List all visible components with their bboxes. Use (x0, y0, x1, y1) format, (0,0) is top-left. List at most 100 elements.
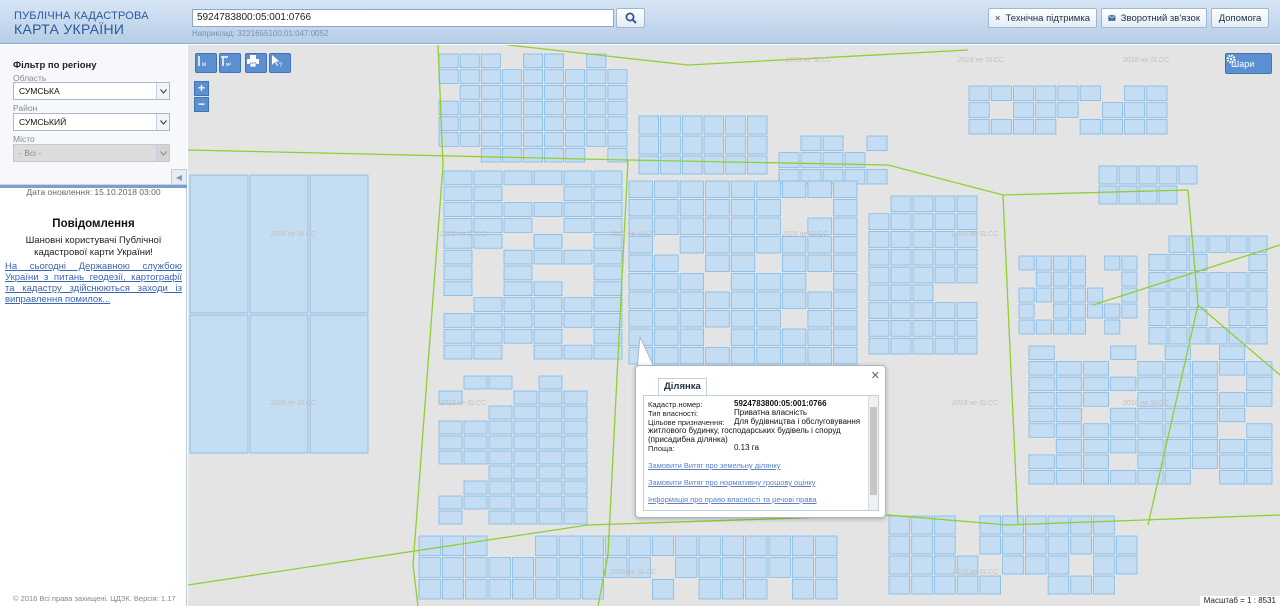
land-parcel[interactable] (868, 266, 890, 284)
land-parcel[interactable] (465, 578, 488, 600)
land-parcel[interactable] (1148, 253, 1168, 272)
land-parcel[interactable] (1146, 85, 1168, 102)
land-parcel[interactable] (979, 575, 1001, 595)
land-parcel[interactable] (730, 236, 756, 254)
land-parcel[interactable] (513, 405, 538, 420)
land-parcel[interactable] (681, 135, 703, 155)
ownership-info-link[interactable]: Інформація про право власності та речові… (648, 495, 817, 504)
land-parcel[interactable] (888, 515, 911, 535)
identify-button[interactable]: ? (269, 53, 291, 73)
land-parcel[interactable] (725, 155, 746, 175)
land-parcel[interactable] (1137, 454, 1164, 469)
land-parcel[interactable] (513, 390, 538, 405)
land-parcel[interactable] (503, 281, 533, 297)
land-parcel[interactable] (1083, 376, 1110, 392)
land-parcel[interactable] (473, 186, 503, 202)
land-parcel[interactable] (533, 328, 563, 344)
land-parcel[interactable] (459, 53, 480, 69)
land-parcel[interactable] (703, 115, 725, 135)
land-parcel[interactable] (1055, 392, 1082, 407)
land-parcel[interactable] (1055, 423, 1082, 438)
land-parcel[interactable] (1146, 102, 1168, 118)
land-parcel[interactable] (868, 248, 890, 266)
land-parcel[interactable] (535, 557, 558, 578)
land-parcel[interactable] (934, 213, 956, 230)
land-parcel[interactable] (1047, 555, 1070, 575)
land-parcel[interactable] (438, 69, 459, 84)
land-parcel[interactable] (815, 557, 838, 578)
land-parcel[interactable] (703, 155, 725, 175)
land-parcel[interactable] (593, 249, 623, 265)
land-parcel[interactable] (1079, 85, 1101, 102)
land-parcel[interactable] (705, 310, 730, 328)
land-parcel[interactable] (781, 291, 807, 309)
land-parcel[interactable] (438, 435, 463, 450)
land-parcel[interactable] (563, 344, 593, 360)
land-parcel[interactable] (654, 310, 679, 328)
land-parcel[interactable] (438, 510, 463, 525)
land-parcel[interactable] (1110, 407, 1137, 423)
land-parcel[interactable] (890, 302, 912, 319)
land-parcel[interactable] (791, 557, 815, 578)
land-parcel[interactable] (1104, 319, 1121, 335)
land-parcel[interactable] (503, 328, 533, 344)
land-parcel[interactable] (459, 132, 480, 147)
land-parcel[interactable] (679, 273, 705, 291)
land-parcel[interactable] (563, 465, 588, 480)
land-parcel[interactable] (934, 320, 956, 337)
land-parcel[interactable] (654, 273, 679, 291)
land-parcel[interactable] (443, 328, 473, 344)
land-parcel[interactable] (1070, 535, 1092, 555)
land-parcel[interactable] (513, 435, 538, 450)
land-parcel[interactable] (791, 535, 815, 557)
land-parcel[interactable] (1055, 470, 1082, 485)
land-parcel[interactable] (533, 313, 563, 328)
land-parcel[interactable] (1191, 423, 1218, 438)
land-parcel[interactable] (563, 313, 593, 328)
land-parcel[interactable] (1246, 438, 1273, 454)
land-parcel[interactable] (523, 85, 543, 100)
land-parcel[interactable] (628, 310, 653, 328)
land-parcel[interactable] (488, 420, 513, 435)
land-parcel[interactable] (443, 202, 473, 217)
land-parcel[interactable] (1248, 327, 1268, 345)
land-parcel[interactable] (822, 135, 844, 152)
land-parcel[interactable] (1208, 290, 1228, 308)
land-parcel[interactable] (1246, 423, 1273, 438)
land-parcel[interactable] (501, 100, 522, 116)
land-parcel[interactable] (1137, 438, 1164, 454)
land-parcel[interactable] (807, 328, 832, 346)
land-parcel[interactable] (868, 337, 890, 355)
land-parcel[interactable] (1055, 407, 1082, 423)
land-parcel[interactable] (563, 297, 593, 312)
land-parcel[interactable] (563, 170, 593, 186)
land-parcel[interactable] (513, 465, 538, 480)
land-parcel[interactable] (956, 302, 978, 319)
land-parcel[interactable] (1083, 423, 1110, 438)
land-parcel[interactable] (654, 291, 679, 309)
land-parcel[interactable] (473, 170, 503, 186)
land-parcel[interactable] (1228, 290, 1248, 308)
land-parcel[interactable] (628, 236, 653, 254)
land-parcel[interactable] (660, 155, 681, 175)
land-parcel[interactable] (888, 575, 911, 595)
land-parcel[interactable] (833, 347, 858, 365)
land-parcel[interactable] (1101, 118, 1123, 135)
land-parcel[interactable] (638, 155, 660, 175)
notice-link[interactable]: На сьогодні Державною службою України з … (5, 261, 182, 305)
land-parcel[interactable] (679, 328, 705, 346)
land-parcel[interactable] (1055, 438, 1082, 454)
land-parcel[interactable] (1055, 361, 1082, 376)
land-parcel[interactable] (833, 254, 858, 272)
land-parcel[interactable] (968, 85, 990, 102)
land-parcel[interactable] (745, 578, 768, 600)
land-parcel[interactable] (654, 199, 679, 217)
land-parcel[interactable] (513, 495, 538, 510)
land-parcel[interactable] (1002, 535, 1024, 555)
order-valuation-link[interactable]: Замовити Витяг про нормативну грошову оц… (648, 478, 815, 487)
land-parcel[interactable] (654, 328, 679, 346)
land-parcel[interactable] (1110, 376, 1137, 392)
land-parcel[interactable] (1035, 287, 1052, 303)
land-parcel[interactable] (705, 236, 730, 254)
land-parcel[interactable] (513, 510, 538, 525)
